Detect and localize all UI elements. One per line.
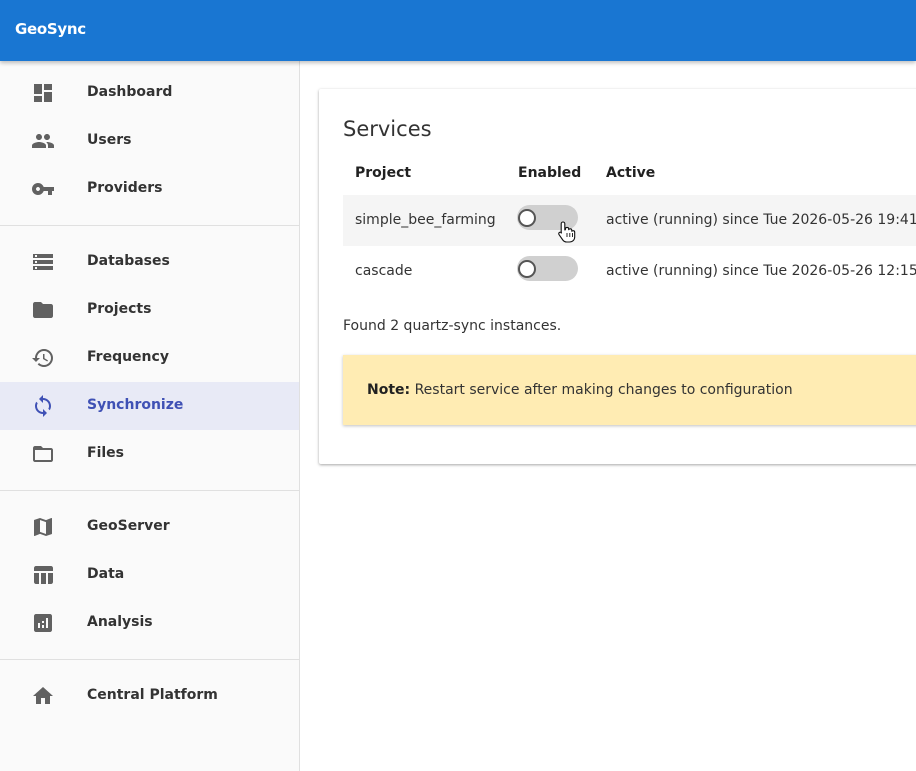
people-icon xyxy=(31,129,55,153)
hand-cursor-icon xyxy=(557,220,577,244)
sidebar-item-label: GeoServer xyxy=(87,518,170,534)
sidebar-item-label: Dashboard xyxy=(87,84,173,100)
table-row: cascade active (running) since Tue 2026-… xyxy=(343,246,916,297)
card-title: Services xyxy=(343,117,432,141)
toggle-knob xyxy=(518,260,536,278)
sidebar-item-label: Analysis xyxy=(87,614,153,630)
sidebar-item-label: Users xyxy=(87,132,132,148)
sidebar-item-databases[interactable]: Databases xyxy=(0,238,299,286)
instances-summary: Found 2 quartz-sync instances. xyxy=(343,318,562,334)
sidebar-divider xyxy=(0,659,299,660)
sidebar-item-users[interactable]: Users xyxy=(0,117,299,165)
toggle-knob xyxy=(518,209,536,227)
sync-icon xyxy=(31,394,55,418)
active-status: active (running) since Tue 2026-05-26 12… xyxy=(606,263,916,279)
sidebar-item-files[interactable]: Files xyxy=(0,430,299,478)
sidebar-item-label: Files xyxy=(87,445,124,461)
project-name: simple_bee_farming xyxy=(355,212,496,228)
column-header-active: Active xyxy=(606,165,656,181)
folder-icon xyxy=(31,298,55,322)
sidebar-item-data[interactable]: Data xyxy=(0,551,299,599)
sidebar: Dashboard Users Providers Databases Proj… xyxy=(0,61,300,771)
key-icon xyxy=(31,177,55,201)
sidebar-item-providers[interactable]: Providers xyxy=(0,165,299,213)
sidebar-divider xyxy=(0,225,299,226)
table-row: simple_bee_farming active (running) sinc… xyxy=(343,195,916,246)
home-icon xyxy=(31,684,55,708)
enabled-toggle[interactable] xyxy=(517,256,578,281)
column-header-project: Project xyxy=(355,165,412,181)
map-icon xyxy=(31,515,55,539)
sidebar-item-label: Frequency xyxy=(87,349,169,365)
sidebar-item-analysis[interactable]: Analysis xyxy=(0,599,299,647)
analytics-icon xyxy=(31,611,55,635)
app-header: GeoSync xyxy=(0,0,916,61)
sidebar-item-dashboard[interactable]: Dashboard xyxy=(0,69,299,117)
sidebar-item-label: Data xyxy=(87,566,125,582)
folder-open-icon xyxy=(31,442,55,466)
sidebar-item-frequency[interactable]: Frequency xyxy=(0,334,299,382)
dashboard-icon xyxy=(31,81,55,105)
sidebar-item-central-platform[interactable]: Central Platform xyxy=(0,672,299,720)
sidebar-item-label: Projects xyxy=(87,301,152,317)
app-title: GeoSync xyxy=(15,20,86,38)
history-icon xyxy=(31,346,55,370)
column-header-enabled: Enabled xyxy=(518,165,582,181)
sidebar-item-synchronize[interactable]: Synchronize xyxy=(0,382,299,430)
storage-icon xyxy=(31,250,55,274)
note-message: Restart service after making changes to … xyxy=(414,382,793,398)
sidebar-item-label: Providers xyxy=(87,180,163,196)
sidebar-item-label: Databases xyxy=(87,253,170,269)
project-name: cascade xyxy=(355,263,413,279)
services-card: Services Project Enabled Active simple_b… xyxy=(319,89,916,464)
note-text: Note: Restart service after making chang… xyxy=(367,382,793,398)
note-label: Note: xyxy=(367,382,411,398)
table-icon xyxy=(31,563,55,587)
sidebar-divider xyxy=(0,490,299,491)
sidebar-item-label: Synchronize xyxy=(87,397,184,413)
sidebar-item-label: Central Platform xyxy=(87,687,218,703)
note-banner: Note: Restart service after making chang… xyxy=(343,355,916,425)
sidebar-item-projects[interactable]: Projects xyxy=(0,286,299,334)
active-status: active (running) since Tue 2026-05-26 19… xyxy=(606,212,916,228)
sidebar-item-geoserver[interactable]: GeoServer xyxy=(0,503,299,551)
